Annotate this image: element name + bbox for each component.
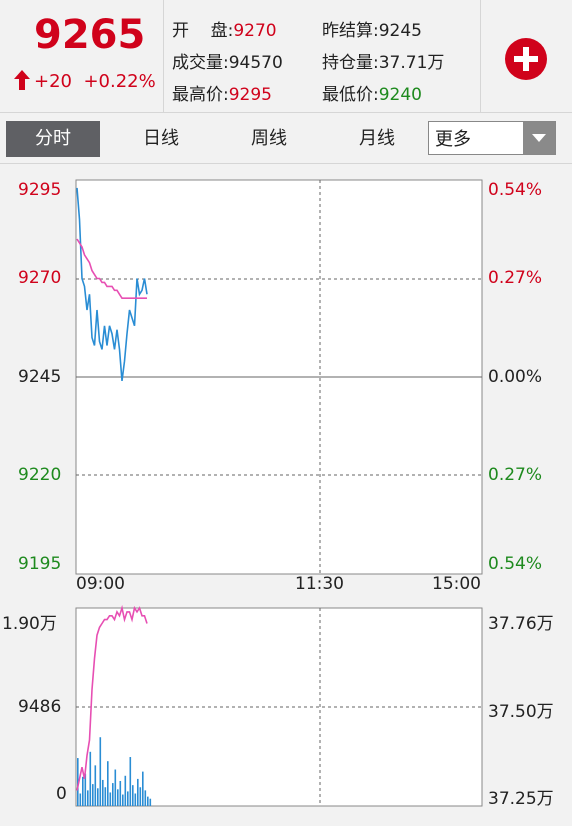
volume-bar — [147, 796, 149, 806]
volume-bar — [89, 751, 92, 806]
volume-bar — [134, 793, 137, 806]
volume-bar — [94, 765, 97, 806]
intraday-chart — [75, 179, 483, 807]
volume-bar — [127, 791, 129, 806]
volume-bar — [114, 769, 117, 806]
volume-bar — [132, 785, 134, 806]
volume-bar — [142, 771, 144, 806]
volume-bar — [112, 783, 114, 806]
volume-bar — [107, 761, 109, 806]
volume-bar — [92, 784, 94, 806]
volume-bar — [109, 792, 112, 806]
volume-bar — [124, 775, 127, 806]
volume-bar — [104, 787, 107, 806]
volume-bar — [137, 778, 139, 806]
volume-bar — [122, 794, 124, 806]
volume-bar — [144, 790, 147, 806]
volume-bar — [117, 789, 119, 806]
volume-bar — [129, 757, 132, 806]
volume-bar — [79, 793, 82, 806]
volume-bar — [97, 788, 99, 806]
volume-bar — [139, 787, 142, 806]
volume-bar — [119, 780, 122, 806]
volume-bar — [102, 779, 104, 806]
volume-bar — [82, 776, 84, 806]
volume-bar — [149, 798, 152, 806]
volume-bar — [87, 790, 89, 806]
volume-bar — [99, 737, 102, 806]
